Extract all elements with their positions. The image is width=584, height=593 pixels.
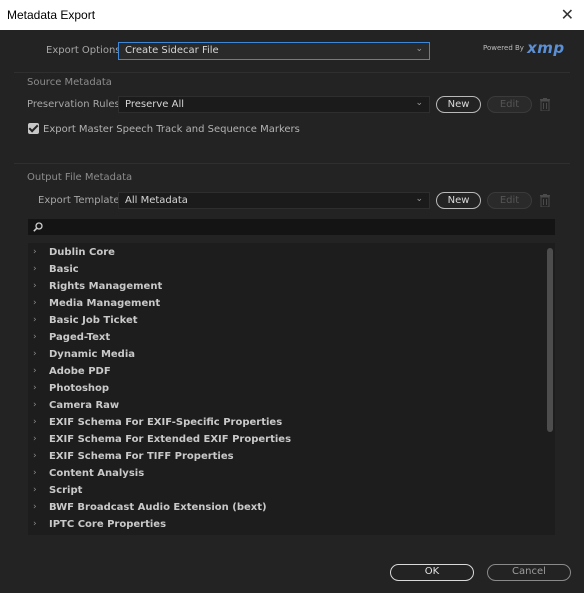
schema-list-item[interactable]: › IPTC Core Properties: [28, 517, 538, 534]
chevron-down-icon: ⌄: [415, 44, 423, 54]
schema-list: › Dublin Core › Basic › Rights Management › Med…: [28, 243, 555, 535]
export-markers-checkbox[interactable]: [28, 123, 39, 134]
schema-list-item[interactable]: › Media Management: [28, 296, 538, 313]
chevron-right-icon[interactable]: ›: [33, 468, 37, 478]
schema-list-item[interactable]: › Script: [28, 483, 538, 500]
chevron-right-icon[interactable]: ›: [33, 417, 37, 427]
schema-list-item[interactable]: › Adobe PDF: [28, 364, 538, 381]
schema-list-item[interactable]: › Dynamic Media: [28, 347, 538, 364]
chevron-right-icon[interactable]: ›: [33, 298, 37, 308]
xmp-logo-text: xmp: [527, 39, 565, 57]
schema-list-item[interactable]: › Paged-Text: [28, 330, 538, 347]
cancel-button[interactable]: Cancel: [487, 564, 571, 581]
schema-list-item[interactable]: › BWF Broadcast Audio Extension (bext): [28, 500, 538, 517]
schema-list-item-label: Dynamic Media: [49, 349, 136, 360]
schema-list-item-label: Photoshop: [49, 383, 110, 394]
schema-list-item[interactable]: › EXIF Schema For TIFF Properties: [28, 449, 538, 466]
chevron-right-icon[interactable]: ›: [33, 400, 37, 410]
powered-by-text: Powered By: [483, 44, 524, 52]
export-options-value: Create Sidecar File: [125, 45, 219, 56]
schema-list-item-label: Dublin Core: [49, 247, 115, 258]
chevron-right-icon[interactable]: ›: [33, 519, 37, 529]
export-options-dropdown[interactable]: Create Sidecar File ⌄: [118, 42, 430, 60]
dialog-body: Export Options: Create Sidecar File ⌄ Po…: [0, 30, 584, 593]
search-icon: [33, 222, 43, 232]
export-template-label: Export Template:: [38, 195, 123, 206]
divider: [14, 163, 570, 164]
schema-list-item-label: Adobe PDF: [49, 366, 111, 377]
schema-list-item-label: IPTC Core Properties: [49, 519, 167, 530]
schema-list-item-label: BWF Broadcast Audio Extension (bext): [49, 502, 267, 513]
chevron-right-icon[interactable]: ›: [33, 451, 37, 461]
window-title: Metadata Export: [7, 8, 96, 22]
chevron-right-icon[interactable]: ›: [33, 247, 37, 257]
schema-list-item-label: Basic: [49, 264, 79, 275]
schema-list-item-label: EXIF Schema For Extended EXIF Properties: [49, 434, 292, 445]
new-preservation-button[interactable]: New: [436, 96, 481, 113]
chevron-right-icon[interactable]: ›: [33, 332, 37, 342]
new-template-button[interactable]: New: [436, 192, 481, 209]
chevron-right-icon[interactable]: ›: [33, 315, 37, 325]
schema-list-item[interactable]: › Basic: [28, 262, 538, 279]
chevron-right-icon[interactable]: ›: [33, 349, 37, 359]
preservation-rules-label: Preservation Rules:: [27, 99, 124, 110]
schema-list-item-label: Media Management: [49, 298, 161, 309]
close-icon[interactable]: ✕: [561, 5, 574, 24]
chevron-right-icon[interactable]: ›: [33, 383, 37, 393]
schema-list-item[interactable]: › Camera Raw: [28, 398, 538, 415]
ok-button[interactable]: OK: [390, 564, 474, 581]
search-input[interactable]: [28, 219, 555, 235]
scrollbar[interactable]: [547, 248, 553, 432]
schema-list-item-label: Basic Job Ticket: [49, 315, 138, 326]
chevron-right-icon[interactable]: ›: [33, 264, 37, 274]
edit-preservation-button[interactable]: Edit: [487, 96, 532, 113]
preservation-rules-value: Preserve All: [125, 99, 185, 110]
schema-list-item-label: EXIF Schema For TIFF Properties: [49, 451, 234, 462]
chevron-right-icon[interactable]: ›: [33, 434, 37, 444]
export-template-value: All Metadata: [125, 195, 188, 206]
schema-list-item-label: Camera Raw: [49, 400, 120, 411]
edit-template-button[interactable]: Edit: [487, 192, 532, 209]
search-field[interactable]: [46, 219, 546, 235]
chevron-down-icon: ⌄: [415, 98, 423, 108]
schema-list-item-label: EXIF Schema For EXIF-Specific Properties: [49, 417, 283, 428]
schema-list-item[interactable]: › EXIF Schema For Extended EXIF Propertie…: [28, 432, 538, 449]
schema-list-item[interactable]: › Content Analysis: [28, 466, 538, 483]
export-options-label: Export Options:: [46, 45, 124, 56]
export-markers-label: Export Master Speech Track and Sequence …: [43, 124, 300, 135]
schema-list-item[interactable]: › EXIF Schema For EXIF-Specific Propertie…: [28, 415, 538, 432]
schema-list-item-label: Script: [49, 485, 83, 496]
schema-list-item[interactable]: › Rights Management: [28, 279, 538, 296]
chevron-right-icon[interactable]: ›: [33, 485, 37, 495]
source-metadata-title: Source Metadata: [27, 77, 112, 88]
preservation-rules-dropdown[interactable]: Preserve All ⌄: [118, 96, 430, 113]
chevron-right-icon[interactable]: ›: [33, 281, 37, 291]
schema-list-item[interactable]: › Photoshop: [28, 381, 538, 398]
chevron-right-icon[interactable]: ›: [33, 502, 37, 512]
divider: [14, 72, 570, 73]
title-bar: Metadata Export ✕: [0, 0, 584, 30]
trash-icon[interactable]: [540, 98, 550, 111]
schema-list-item[interactable]: › Dublin Core: [28, 245, 538, 262]
schema-list-item[interactable]: › Basic Job Ticket: [28, 313, 538, 330]
chevron-right-icon[interactable]: ›: [33, 366, 37, 376]
schema-list-item-label: Paged-Text: [49, 332, 111, 343]
xmp-logo: Powered By xmp: [483, 39, 565, 57]
schema-list-item-label: Content Analysis: [49, 468, 145, 479]
export-template-dropdown[interactable]: All Metadata ⌄: [118, 192, 430, 209]
schema-list-item-label: Rights Management: [49, 281, 163, 292]
chevron-down-icon: ⌄: [415, 194, 423, 204]
trash-icon[interactable]: [540, 194, 550, 207]
output-metadata-title: Output File Metadata: [27, 172, 133, 183]
